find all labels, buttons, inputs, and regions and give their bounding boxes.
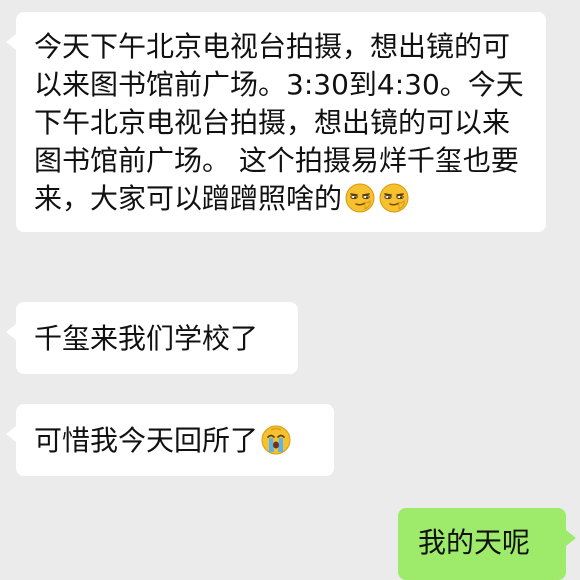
message-bubble-incoming[interactable]: 今天下午北京电视台拍摄，想出镜的可以来图书馆前广场。3:30到4:30。今天下午… (6, 12, 546, 232)
message-text: 可惜我今天回所了 (34, 424, 259, 457)
message-text: 千玺来我们学校了 (34, 322, 259, 355)
message-text: 我的天呢 (418, 526, 531, 559)
chat-thread: 今天下午北京电视台拍摄，想出镜的可以来图书馆前广场。3:30到4:30。今天下午… (0, 0, 580, 580)
smug-face-icon (344, 182, 376, 214)
crying-face-icon (260, 424, 292, 456)
smug-face-icon (378, 182, 410, 214)
message-bubble-outgoing[interactable]: 我的天呢 (398, 508, 576, 580)
message-text: 今天下午北京电视台拍摄，想出镜的可以来图书馆前广场。3:30到4:30。今天下午… (34, 30, 524, 215)
message-bubble-incoming[interactable]: 千玺来我们学校了 (6, 302, 298, 374)
message-bubble-incoming[interactable]: 可惜我今天回所了 (6, 404, 334, 476)
